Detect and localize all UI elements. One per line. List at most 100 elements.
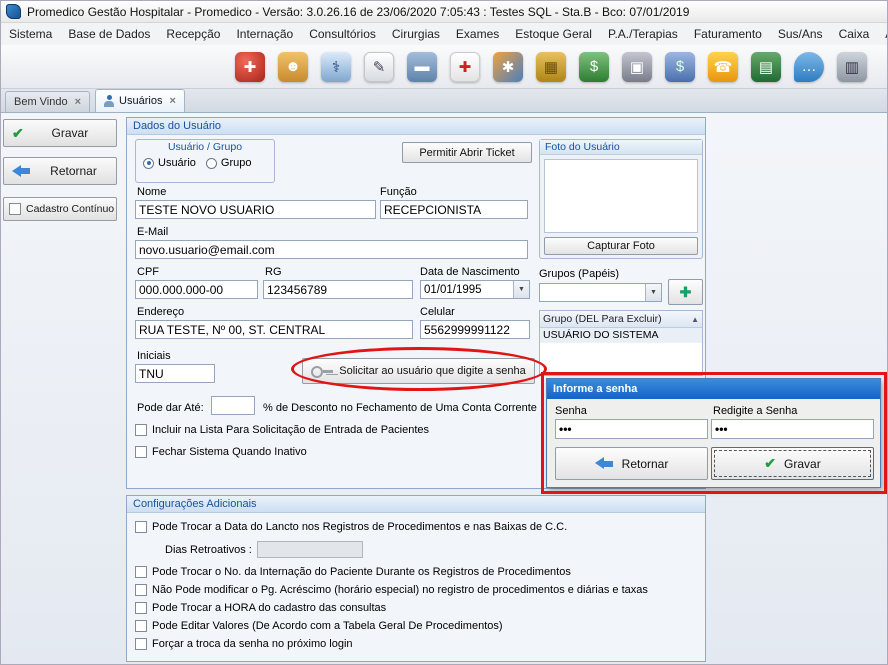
retornar-button[interactable]: Retornar [3,157,117,185]
radio-usuario[interactable]: Usuário [143,157,196,169]
menu-item-faturamento[interactable]: Faturamento [686,23,770,45]
menu-item-exames[interactable]: Exames [448,23,507,45]
chevron-down-icon[interactable]: ▼ [513,281,529,298]
data-nascimento-combobox[interactable]: 01/01/1995 ▼ [420,280,530,299]
window-title: Promedico Gestão Hospitalar - Promedico … [27,5,689,19]
solicitar-senha-button[interactable]: Solicitar ao usuário que digite a senha [302,358,535,384]
exams-icon[interactable]: ✱ [493,52,523,82]
menu-item-sistema[interactable]: Sistema [1,23,60,45]
checkbox-row-forcar-troca-senha[interactable]: Forçar a troca da senha no próximo login [135,638,353,650]
senha-input[interactable] [555,419,708,439]
menu-item-administracao[interactable]: Administra [877,23,888,45]
radio-usuario-control[interactable] [143,158,154,169]
tab-close-icon[interactable]: × [169,95,175,107]
card-terminal-icon[interactable]: ▥ [837,52,867,82]
checkbox[interactable] [135,424,147,436]
menu-item-consultorios[interactable]: Consultórios [301,23,384,45]
menu-item-cirurgias[interactable]: Cirurgias [384,23,448,45]
checkbox[interactable] [135,584,147,596]
doctor-icon[interactable]: ⚕ [321,52,351,82]
gravar-button[interactable]: ✔ Gravar [3,119,117,147]
grupo-list-header[interactable]: Grupo (DEL Para Excluir) ▲ [540,311,702,328]
cash-register-icon[interactable]: $ [665,52,695,82]
ledger-icon[interactable]: ▤ [751,52,781,82]
chat-icon[interactable]: … [794,52,824,82]
email-input[interactable] [135,240,528,259]
checkbox-row-fechar-sistema[interactable]: Fechar Sistema Quando Inativo [135,446,307,458]
checkbox[interactable] [135,521,147,533]
checkbox-row-trocar-data-lancto[interactable]: Pode Trocar a Data do Lancto nos Registr… [135,521,567,533]
arrow-left-icon [595,457,614,470]
menu-item-caixa[interactable]: Caixa [831,23,878,45]
menu-item-sus-ans[interactable]: Sus/Ans [770,23,831,45]
toolbar: ✚ ☻ ⚕ ✎ ▬ ✚ ✱ ▦ $ ▣ $ ☎ ▤ … ▥ [1,45,888,89]
checkbox-row-nao-modificar-acrescimo[interactable]: Não Pode modificar o Pg. Acréscimo (horá… [135,584,648,596]
sos-icon[interactable]: ✚ [235,52,265,82]
desconto-input[interactable] [211,396,255,415]
list-item[interactable]: USUÁRIO DO SISTEMA [540,328,702,343]
checkbox-label: Pode Editar Valores (De Acordo com a Tab… [152,620,503,632]
dialog-retornar-label: Retornar [622,457,669,471]
menu-item-estoque-geral[interactable]: Estoque Geral [507,23,600,45]
tab-close-icon[interactable]: × [75,96,81,108]
checkbox[interactable] [135,566,147,578]
checkbox[interactable] [135,638,147,650]
checkbox[interactable] [135,602,147,614]
rg-input[interactable] [263,280,413,299]
safe-icon[interactable]: ▣ [622,52,652,82]
stock-icon[interactable]: ▦ [536,52,566,82]
cpf-input[interactable] [135,280,258,299]
tab-usuarios[interactable]: Usuários × [95,89,185,112]
radio-grupo[interactable]: Grupo [206,157,252,169]
radio-grupo-control[interactable] [206,158,217,169]
phone-icon[interactable]: ☎ [708,52,738,82]
user-photo-placeholder [544,159,698,233]
redigite-senha-input[interactable] [711,419,874,439]
endereco-input[interactable] [135,320,413,339]
arrow-left-icon [12,165,31,178]
capturar-foto-button[interactable]: Capturar Foto [544,237,698,255]
checkbox-label: Pode Trocar a Data do Lancto nos Registr… [152,521,567,533]
key-icon [311,365,334,378]
celular-input[interactable] [420,320,530,339]
usuario-grupo-box: Usuário / Grupo Usuário Grupo [135,139,275,183]
tab-bem-vindo[interactable]: Bem Vindo × [5,91,90,112]
data-nascimento-label: Data de Nascimento [420,266,520,278]
checkbox[interactable] [135,446,147,458]
dialog-gravar-button[interactable]: ✔ Gravar [711,447,874,480]
patients-icon[interactable]: ☻ [278,52,308,82]
cadastro-continuo-checkbox[interactable] [9,203,21,215]
sort-up-icon[interactable]: ▲ [691,315,699,324]
check-icon: ✔ [764,455,776,472]
grupos-papeis-combobox[interactable]: ▼ [539,283,662,302]
hospital-bed-icon[interactable]: ▬ [407,52,437,82]
menu-item-pa-terapias[interactable]: P.A./Terapias [600,23,686,45]
checkbox-row-incluir-lista[interactable]: Incluir na Lista Para Solicitação de Ent… [135,424,429,436]
senha-label: Senha [555,405,587,417]
funcao-input[interactable] [380,200,528,219]
checkbox-row-trocar-hora[interactable]: Pode Trocar a HORA do cadastro das consu… [135,602,386,614]
menu-item-internacao[interactable]: Internação [228,23,301,45]
email-label: E-Mail [137,226,168,238]
redigite-senha-label: Redigite a Senha [713,405,797,417]
retornar-button-label: Retornar [31,164,116,178]
billing-icon[interactable]: $ [579,52,609,82]
ambulance-icon[interactable]: ✚ [450,52,480,82]
permitir-abrir-ticket-button[interactable]: Permitir Abrir Ticket [402,142,532,163]
menu-item-recepcao[interactable]: Recepção [158,23,228,45]
checkbox-row-editar-valores[interactable]: Pode Editar Valores (De Acordo com a Tab… [135,620,503,632]
cadastro-continuo-toggle[interactable]: Cadastro Contínuo [3,197,117,221]
iniciais-input[interactable] [135,364,215,383]
pode-dar-ate-label: Pode dar Até: [137,402,204,414]
checkbox-row-trocar-no-internacao[interactable]: Pode Trocar o No. da Internação do Pacie… [135,566,571,578]
radio-grupo-label: Grupo [221,157,252,169]
menu-item-base-de-dados[interactable]: Base de Dados [60,23,158,45]
medical-records-icon[interactable]: ✎ [364,52,394,82]
checkbox[interactable] [135,620,147,632]
chevron-down-icon[interactable]: ▼ [645,284,661,301]
data-nascimento-value: 01/01/1995 [421,284,513,296]
cadastro-continuo-label: Cadastro Contínuo [26,203,114,215]
dialog-retornar-button[interactable]: Retornar [555,447,708,480]
add-grupo-button[interactable]: ✚ [668,279,703,305]
nome-input[interactable] [135,200,376,219]
